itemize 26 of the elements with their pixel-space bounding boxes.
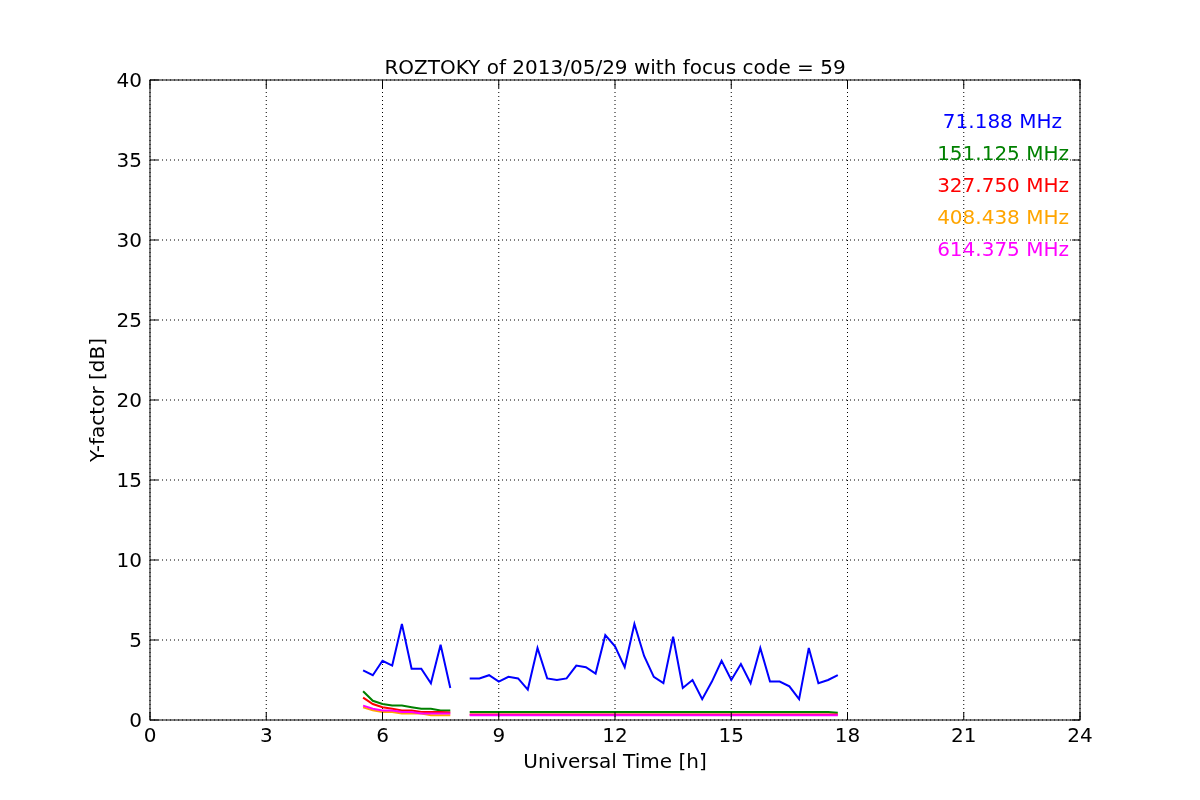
y-tick-label: 10: [116, 548, 142, 572]
x-tick-label: 9: [492, 723, 506, 747]
y-tick-label: 15: [116, 468, 142, 492]
x-tick-label: 0: [143, 723, 157, 747]
x-tick-label: 24: [1067, 723, 1093, 747]
x-axis-label: Universal Time [h]: [523, 749, 707, 773]
x-tick-label: 12: [602, 723, 628, 747]
y-tick-label: 0: [129, 708, 142, 732]
x-tick-label: 6: [376, 723, 389, 747]
legend-label: 71.188 MHz: [942, 109, 1062, 133]
legend-label: 151.125 MHz: [937, 141, 1069, 165]
y-tick-label: 30: [116, 228, 142, 252]
y-tick-label: 25: [116, 308, 142, 332]
x-tick-label: 3: [259, 723, 273, 747]
y-axis-label: Y-factor [dB]: [85, 338, 109, 462]
x-tick-label: 21: [951, 723, 977, 747]
y-tick-label: 40: [116, 68, 142, 92]
legend-label: 614.375 MHz: [937, 237, 1069, 261]
y-tick-label: 35: [116, 148, 142, 172]
legend-label: 327.750 MHz: [937, 173, 1069, 197]
x-tick-label: 18: [834, 723, 861, 747]
y-tick-label: 20: [116, 388, 142, 412]
chart-title: ROZTOKY of 2013/05/29 with focus code = 59: [384, 55, 846, 79]
x-tick-label: 15: [718, 723, 744, 747]
y-tick-label: 5: [129, 628, 142, 652]
legend-label: 408.438 MHz: [937, 205, 1069, 229]
